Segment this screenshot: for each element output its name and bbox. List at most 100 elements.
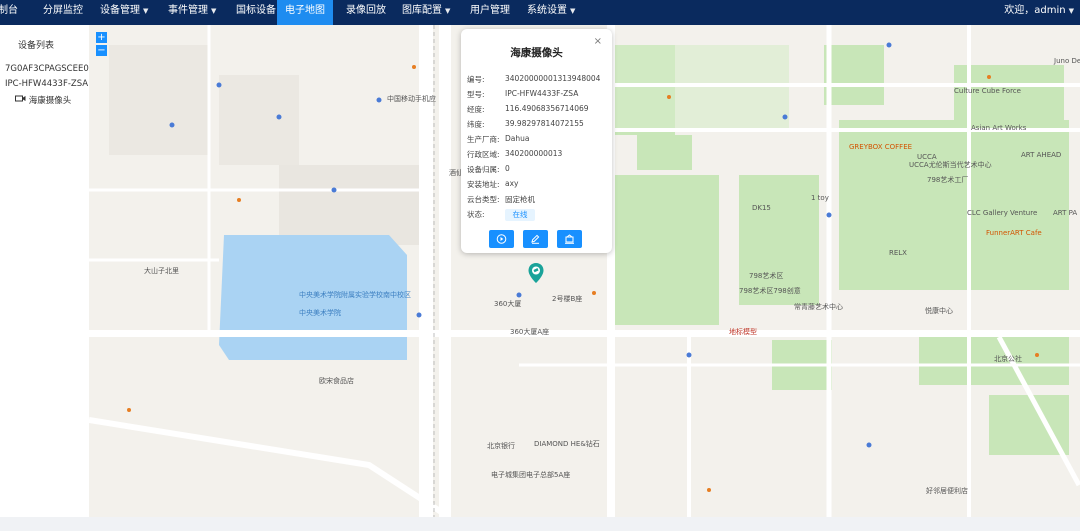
map-label: 悦康中心 [925,306,953,315]
tree-node-camera[interactable]: 海康摄像头 [15,94,71,106]
nav-item-event-management[interactable]: 事件管理 ▼ [164,0,220,25]
map-label: DK15 [752,204,771,212]
welcome-text: 欢迎，admin [1004,5,1066,16]
field-label: 行政区域: [467,150,500,159]
map-label: RELX [889,249,907,257]
nav-item-gallery-config[interactable]: 图库配置 ▼ [398,0,454,25]
nav-item-device-management[interactable]: 设备管理 ▼ [96,0,152,25]
map-label: 好邻居便利店 [926,486,968,495]
nav-item-playback[interactable]: 录像回放 [342,0,390,25]
nav-item-label: 分屏监控 [43,5,83,16]
map-label: 360大厦A座 [510,327,549,336]
map-label: UCCA尤伦斯当代艺术中心 [909,160,992,169]
play-button[interactable] [489,230,514,248]
field-label: 安装地址: [467,180,500,189]
map-label: 北京银行 [487,441,515,450]
nav-item-console[interactable]: 制台 [0,0,22,25]
field-value: 340200000013 [505,149,563,158]
close-icon[interactable]: × [594,36,602,47]
record-icon [565,234,574,244]
tree-node-label: 海康摄像头 [28,96,72,106]
map-label: ART AHEAD [1021,151,1061,159]
zoom-out-button[interactable]: − [96,45,107,56]
map-label: 大山子北里 [144,266,179,275]
chevron-down-icon: ▼ [1068,7,1074,15]
nav-item-label: 电子地图 [285,5,325,16]
nav-item-electronic-map[interactable]: 电子地图 [277,0,333,25]
map-label: FunnerART Cafe [986,229,1042,237]
map-label: 电子城集团电子总部5A座 [491,470,570,479]
bottom-bar [0,517,1080,531]
record-button[interactable] [557,230,582,248]
map-label: UCCA [917,153,937,161]
field-value: 固定枪机 [505,195,535,204]
nav-item-user-management[interactable]: 用户管理 [466,0,514,25]
map-label: Asian Art Works [971,124,1027,132]
nav-item-label: 事件管理 [168,5,208,16]
status-label: 状态: [467,210,485,219]
field-label: 经度: [467,105,485,114]
field-label: 型号: [467,90,485,99]
nav-item-label: 设备管理 [100,5,140,16]
chevron-down-icon: ▼ [445,7,451,15]
chevron-down-icon: ▼ [143,7,149,15]
field-value: 116.49068356714069 [505,104,589,113]
map-pin-icon [528,263,544,283]
map-label: ART PA [1053,209,1077,217]
map-label: 常青藤艺术中心 [794,302,843,311]
map-label: 中央美术学院附属实验学校南中校区 [299,290,411,299]
tree-node-device[interactable]: IPC-HFW4433F-ZSA [5,79,88,89]
map-label: CLC Gallery Venture [967,209,1037,217]
map-label: 北京公社 [994,354,1022,363]
device-list-panel: 设备列表 7G0AF3CPAGSCEE0 IPC-HFW4433F-ZSA 海康… [0,25,89,517]
map-label: 2号楼B座 [552,294,582,303]
edit-icon [531,234,540,244]
camera-icon [15,95,29,106]
camera-info-popup: 海康摄像头 × 编号: 34020000001313948004 型号: IPC… [461,29,612,253]
field-value: 39.98297814072155 [505,119,584,128]
map-label: 中央美术学院 [299,308,341,317]
map-label: 360大厦 [494,299,521,308]
map-label: GREYBOX COFFEE [849,143,912,151]
map-label: Juno Design [1053,57,1080,65]
map-label: 中国移动手机应 [387,94,436,103]
nav-item-system-settings[interactable]: 系统设置 ▼ [523,0,579,25]
map-label: Culture Cube Force [954,87,1021,95]
user-menu[interactable]: 欢迎，admin ▼ [1004,0,1074,22]
field-value: 34020000001313948004 [505,74,601,83]
nav-item-label: 录像回放 [346,5,386,16]
field-value: axy [505,179,519,188]
status-badge: 在线 [505,209,535,221]
edit-button[interactable] [523,230,548,248]
field-value: Dahua [505,134,530,143]
field-label: 设备归属: [467,165,500,174]
nav-item-label: 制台 [0,5,18,16]
device-list-title: 设备列表 [18,41,55,51]
map-label: 798艺术区798创意 [739,286,801,295]
nav-item-label: 系统设置 [527,5,567,16]
map-label: DIAMOND HE&钻石 [534,439,600,448]
zoom-in-button[interactable]: + [96,32,107,43]
map-label: 1 toy [811,194,829,202]
field-label: 生产厂商: [467,135,500,144]
tree-node-group[interactable]: 7G0AF3CPAGSCEE0 [5,64,89,74]
nav-item-split-monitor[interactable]: 分屏监控 [39,0,87,25]
nav-item-label: 图库配置 [402,5,442,16]
field-label: 纬度: [467,120,485,129]
field-label: 编号: [467,75,485,84]
map-label: 欧宋食品店 [319,376,354,385]
map-label: 地标模型 [729,327,757,336]
nav-item-label: 用户管理 [470,5,510,16]
map-label: 798艺术区 [749,271,783,280]
chevron-down-icon: ▼ [211,7,217,15]
field-value: 0 [505,164,510,173]
play-icon [496,234,507,244]
field-value: IPC-HFW4433F-ZSA [505,89,579,98]
chevron-down-icon: ▼ [570,7,576,15]
top-nav-bar: 制台 分屏监控 设备管理 ▼ 事件管理 ▼ 国标设备 电子地图 录像回放 图库配置 ▼… [0,0,1080,25]
nav-item-label: 国标设备 [236,5,276,16]
nav-item-gb-devices[interactable]: 国标设备 [232,0,280,25]
popup-title: 海康摄像头 [510,47,563,59]
map-label: 798艺术工厂 [927,175,968,184]
field-label: 云台类型: [467,195,500,204]
